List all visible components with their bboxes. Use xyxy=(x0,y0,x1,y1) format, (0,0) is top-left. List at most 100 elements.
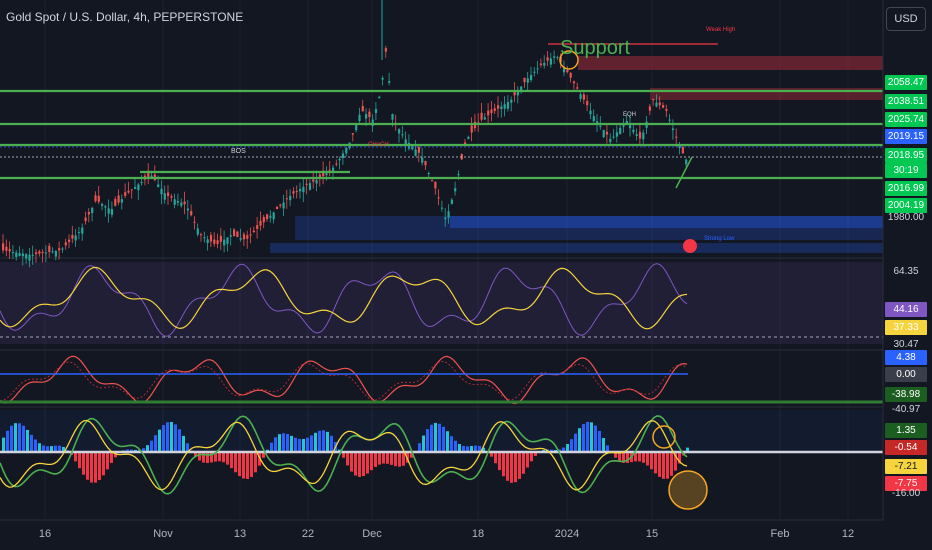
candle-body xyxy=(500,106,503,109)
candle-body xyxy=(120,199,123,203)
candle-body xyxy=(605,131,609,135)
candle-body xyxy=(15,252,18,257)
candle-body xyxy=(101,204,104,206)
osc3-bar xyxy=(218,452,221,462)
candle-body xyxy=(381,78,384,80)
candle-body xyxy=(176,200,180,203)
candle-body xyxy=(642,132,645,140)
candle-body xyxy=(51,251,54,253)
candle-body xyxy=(523,77,526,83)
candle-body xyxy=(470,125,473,133)
candle-body xyxy=(259,220,262,226)
osc3-bar xyxy=(206,452,209,464)
price-tag: 0.00 xyxy=(885,367,927,382)
candle-body xyxy=(388,81,391,83)
osc3-bar xyxy=(6,430,9,452)
osc3-bar xyxy=(506,452,509,481)
candle-body xyxy=(160,188,163,195)
candle-body xyxy=(87,212,90,215)
candle-body xyxy=(94,195,97,202)
osc3-bar xyxy=(358,452,361,477)
candle-body xyxy=(351,133,354,135)
candle-body xyxy=(58,248,61,251)
candle-body xyxy=(130,189,133,191)
candle-body xyxy=(262,217,265,223)
osc3-bar xyxy=(654,452,657,474)
osc3-bar xyxy=(426,429,429,452)
osc3-bar xyxy=(2,437,5,452)
highlight-circle xyxy=(668,470,708,510)
osc3-bar xyxy=(326,431,329,452)
chart-canvas[interactable] xyxy=(0,0,932,550)
candle-body xyxy=(48,245,51,252)
osc3-bar xyxy=(242,452,245,479)
candle-body xyxy=(203,237,206,239)
candle-body xyxy=(219,235,222,242)
candle-body xyxy=(74,235,77,241)
candle-body xyxy=(229,235,232,237)
candle-body xyxy=(427,172,430,174)
candle-body xyxy=(658,102,661,106)
osc3-bar xyxy=(346,452,349,466)
osc3-bar xyxy=(362,452,365,477)
candle-body xyxy=(355,124,358,131)
candle-body xyxy=(662,105,665,108)
osc3-bar xyxy=(378,452,381,465)
candle-body xyxy=(91,207,94,214)
chart-annotation: Strong Low xyxy=(704,236,735,242)
candle-body xyxy=(21,253,24,257)
candle-body xyxy=(190,210,193,216)
candle-body xyxy=(25,254,28,259)
osc3-bar xyxy=(398,452,401,467)
osc3-bar xyxy=(14,423,17,452)
candle-body xyxy=(490,109,493,114)
candle-body xyxy=(358,114,361,122)
osc3-bar xyxy=(162,425,165,452)
osc3-bar xyxy=(110,452,113,463)
candle-body xyxy=(173,199,176,205)
candle-body xyxy=(41,252,44,254)
osc3-bar xyxy=(646,452,649,466)
candle-body xyxy=(635,134,638,136)
osc3-bar xyxy=(86,452,89,480)
zone-box xyxy=(270,243,883,253)
candle-body xyxy=(269,215,272,218)
candle-body xyxy=(652,99,655,101)
candle-body xyxy=(186,208,189,211)
candle-body xyxy=(503,104,506,109)
candle-body xyxy=(586,100,589,106)
candle-body xyxy=(609,138,612,143)
chart-annotation: CHoCH xyxy=(368,142,389,148)
price-tag: 2016.99 xyxy=(885,181,927,196)
osc3-bar xyxy=(286,434,289,452)
candle-body xyxy=(325,173,328,176)
osc3-bar xyxy=(170,421,173,452)
candle-body xyxy=(213,239,216,244)
price-tag: 1980.00 xyxy=(887,212,925,223)
osc3-bar xyxy=(234,452,237,473)
zone-box xyxy=(0,262,883,344)
candle-body xyxy=(193,221,196,223)
candle-body xyxy=(434,181,437,189)
candle-body xyxy=(295,191,298,193)
osc3-bar xyxy=(22,425,25,452)
osc3-bar xyxy=(602,437,605,452)
candle-body xyxy=(252,230,255,233)
osc3-bar xyxy=(174,424,177,452)
price-tag: 4.38 xyxy=(885,350,927,365)
osc3-bar xyxy=(638,452,641,462)
chart-annotation: EQH xyxy=(623,112,637,118)
candle-body xyxy=(421,157,424,163)
price-tag: -0.54 xyxy=(885,440,927,455)
price-tag: 2025.74 xyxy=(885,112,927,127)
currency-button[interactable]: USD xyxy=(886,7,926,31)
candle-body xyxy=(134,187,137,189)
osc3-bar xyxy=(38,443,41,452)
osc3-bar xyxy=(246,452,249,479)
osc3-bar xyxy=(230,452,233,469)
candle-body xyxy=(345,148,348,154)
candle-body xyxy=(655,102,658,107)
time-tick: Nov xyxy=(153,528,173,540)
candle-body xyxy=(447,211,450,218)
candle-body xyxy=(289,195,292,201)
